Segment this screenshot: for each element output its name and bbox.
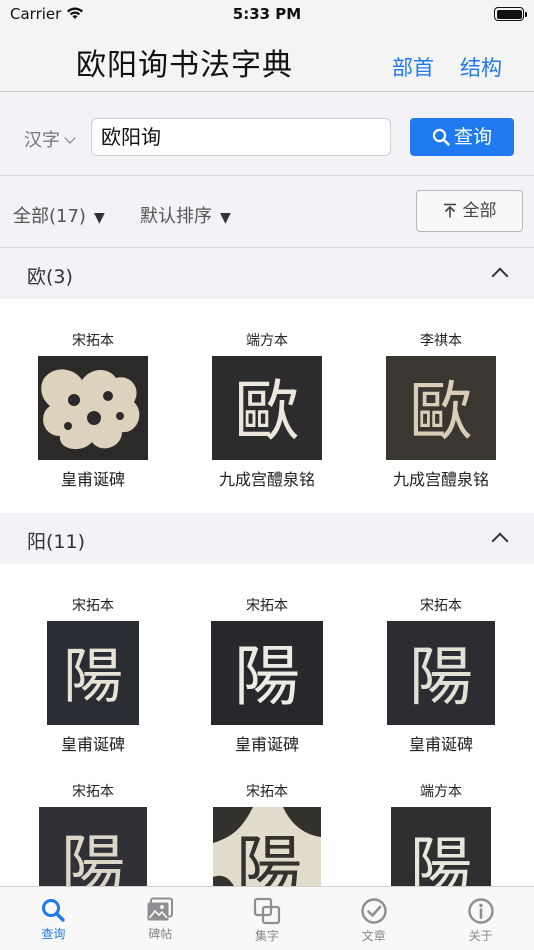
calligraphy-rubbing-image: 陽 — [47, 621, 139, 725]
stele-label: 皇甫诞碑 — [60, 470, 125, 489]
structure-button[interactable]: 结构 — [460, 52, 502, 82]
rubbing-glyph: 陽 — [410, 829, 472, 886]
glyph-card[interactable]: 李祺本 歐 九成宫醴泉铭 — [352, 330, 530, 490]
rubbing-glyph: 陽 — [61, 829, 125, 886]
calligraphy-rubbing-image: 陽 — [213, 807, 321, 886]
photo-icon — [147, 897, 174, 921]
section-header-ou[interactable]: 欧(3) — [0, 248, 534, 299]
calligraphy-rubbing-image — [38, 356, 148, 460]
edition-label: 宋拓本 — [246, 784, 288, 800]
glyph-card[interactable]: 宋拓本 陽 — [4, 781, 182, 886]
clock: 5:33 PM — [232, 5, 302, 23]
caret-down-icon: ▼ — [220, 210, 231, 226]
tab-collect[interactable]: 集字 — [214, 887, 321, 950]
rubbing-glyph: 歐 — [234, 373, 300, 450]
edition-label: 宋拓本 — [420, 598, 462, 614]
sort-filter[interactable]: 默认排序 ▼ — [140, 202, 231, 228]
edition-label: 宋拓本 — [72, 598, 114, 614]
glyph-card[interactable]: 宋拓本 皇甫诞碑 — [4, 330, 182, 490]
search-button[interactable]: 查询 — [410, 118, 514, 156]
search-bar: 汉字 欧阳询 查询 — [0, 92, 534, 176]
glyph-card[interactable]: 端方本 陽 — [352, 781, 530, 886]
calligraphy-rubbing-image: 歐 — [386, 356, 496, 460]
rubbing-glyph: 陽 — [63, 642, 123, 712]
category-filter-label: 全部(17) — [13, 206, 86, 227]
squares-icon — [253, 897, 281, 925]
tab-steles[interactable]: 碑帖 — [107, 887, 214, 950]
checkmark-circle-icon — [361, 898, 387, 924]
edition-label: 端方本 — [246, 333, 288, 349]
caret-down-icon: ▼ — [93, 210, 105, 226]
page-title: 欧阳询书法字典 — [76, 48, 293, 83]
edition-label: 宋拓本 — [72, 333, 114, 349]
status-bar: Carrier 5:33 PM — [0, 0, 534, 30]
chevron-up-icon[interactable] — [491, 532, 509, 550]
scroll-top-button[interactable]: 全部 — [416, 190, 523, 232]
glyph-card[interactable]: 宋拓本 陽 皇甫诞碑 — [4, 595, 182, 755]
search-icon — [42, 899, 66, 922]
stele-label: 皇甫诞碑 — [234, 735, 299, 754]
section-header-yang[interactable]: 阳(11) — [0, 513, 534, 564]
search-button-label: 查询 — [453, 126, 492, 148]
search-icon — [432, 128, 450, 146]
rubbing-glyph: 歐 — [409, 376, 473, 450]
edition-label: 宋拓本 — [246, 598, 288, 614]
calligraphy-rubbing-image: 陽 — [391, 807, 491, 886]
glyph-card[interactable]: 端方本 歐 九成宫醴泉铭 — [178, 330, 356, 490]
edition-label: 端方本 — [420, 784, 462, 800]
calligraphy-rubbing-image: 陽 — [211, 621, 323, 725]
results-list[interactable]: 欧(3) 宋拓本 皇甫诞碑 端方本 歐 九成宫醴泉铭 李祺本 歐 九成宫醴泉铭 … — [0, 248, 534, 886]
calligraphy-rubbing-image: 陽 — [39, 807, 147, 886]
stele-label: 九成宫醴泉铭 — [392, 470, 489, 489]
edition-label: 宋拓本 — [72, 784, 114, 800]
filter-bar: 全部(17) ▼ 默认排序 ▼ 全部 — [0, 176, 534, 248]
sort-filter-label: 默认排序 — [140, 206, 212, 227]
tab-articles[interactable]: 文章 — [320, 887, 427, 950]
glyph-grid: 宋拓本 皇甫诞碑 端方本 歐 九成宫醴泉铭 李祺本 歐 九成宫醴泉铭 — [0, 299, 534, 513]
tab-about[interactable]: 关于 — [427, 887, 534, 950]
arrow-up-to-top-icon — [443, 203, 456, 218]
glyph-grid: 宋拓本 陽 皇甫诞碑 宋拓本 陽 皇甫诞碑 宋拓本 陽 皇甫诞碑 宋拓本 陽 宋… — [0, 564, 534, 886]
search-type-label: 汉字 — [24, 130, 60, 151]
calligraphy-rubbing-image: 陽 — [387, 621, 495, 725]
calligraphy-rubbing-image: 歐 — [212, 356, 322, 460]
chevron-up-icon[interactable] — [491, 267, 509, 285]
tab-label: 关于 — [468, 929, 493, 943]
glyph-card[interactable]: 宋拓本 陽 — [178, 781, 356, 886]
edition-label: 李祺本 — [420, 333, 462, 349]
glyph-card[interactable]: 宋拓本 陽 皇甫诞碑 — [352, 595, 530, 755]
section-title: 欧(3) — [27, 266, 73, 288]
stele-label: 九成宫醴泉铭 — [218, 470, 315, 489]
info-icon — [467, 898, 494, 924]
navigation-bar: 欧阳询书法字典 部首 结构 — [0, 30, 534, 92]
rubbing-glyph: 陽 — [409, 641, 473, 715]
battery-icon — [494, 7, 527, 21]
glyph-card[interactable]: 宋拓本 陽 皇甫诞碑 — [178, 595, 356, 755]
stele-label: 皇甫诞碑 — [60, 735, 125, 754]
tab-label: 集字 — [254, 929, 279, 943]
rubbing-glyph: 陽 — [234, 638, 300, 715]
chevron-down-icon — [64, 132, 76, 144]
rubbing-glyph: 陽 — [236, 828, 302, 886]
search-input[interactable]: 欧阳询 — [91, 118, 391, 156]
section-title: 阳(11) — [27, 531, 86, 553]
tab-label: 文章 — [361, 929, 386, 943]
scroll-top-label: 全部 — [462, 201, 497, 221]
category-filter[interactable]: 全部(17) ▼ — [13, 202, 105, 228]
search-type-dropdown[interactable]: 汉字 — [24, 126, 76, 152]
radicals-button[interactable]: 部首 — [392, 52, 434, 82]
stele-label: 皇甫诞碑 — [408, 735, 473, 754]
tab-bar: 查询 碑帖 集字 文章 关于 — [0, 886, 534, 950]
tab-label: 碑帖 — [148, 927, 173, 941]
tab-label: 查询 — [41, 927, 66, 941]
tab-search[interactable]: 查询 — [0, 887, 107, 950]
